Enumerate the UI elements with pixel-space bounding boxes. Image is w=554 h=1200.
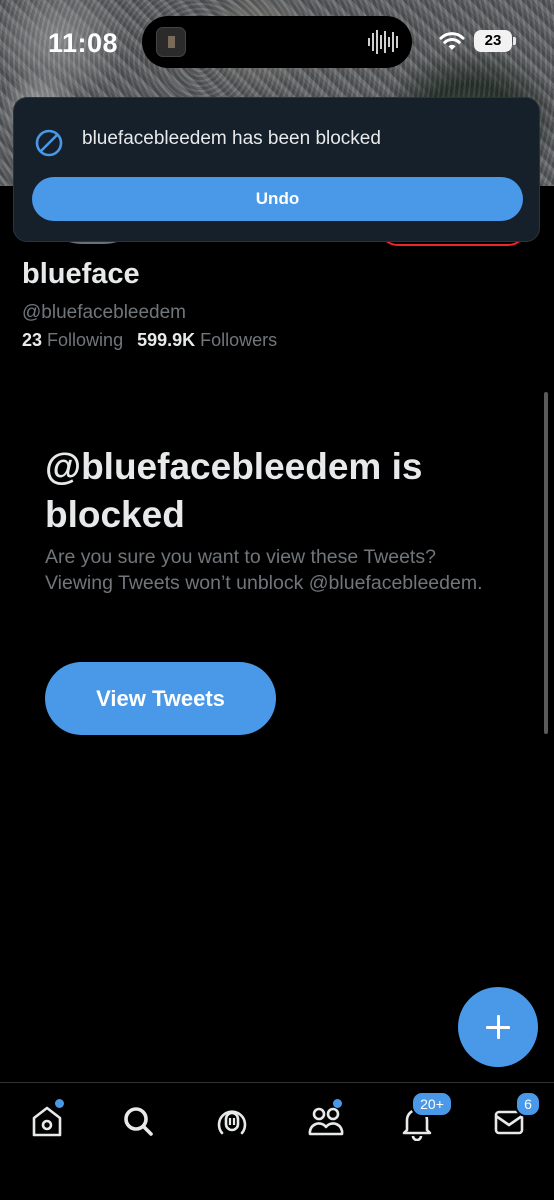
battery-indicator: 23 xyxy=(474,30,516,52)
followers-label: Followers xyxy=(200,330,278,350)
status-time: 11:08 xyxy=(48,28,119,58)
audio-waveform-icon xyxy=(368,29,398,55)
wifi-icon xyxy=(439,32,465,50)
following-link[interactable]: 23 Following xyxy=(22,330,123,350)
following-count: 23 xyxy=(22,330,43,350)
undo-button[interactable]: Undo xyxy=(32,177,523,221)
profile-stats: 23 Following 599.9K Followers xyxy=(22,330,277,351)
dynamic-island[interactable] xyxy=(142,16,412,68)
search-icon xyxy=(124,1107,153,1136)
communities-notification-dot xyxy=(333,1099,342,1108)
view-tweets-button[interactable]: View Tweets xyxy=(45,662,276,735)
nav-home[interactable] xyxy=(27,1099,67,1141)
bottom-nav: 20+ 6 xyxy=(0,1082,554,1200)
blocked-title: @bluefacebleedem is blocked xyxy=(45,446,423,535)
nav-notifications[interactable]: 20+ xyxy=(397,1091,453,1142)
spaces-icon xyxy=(217,1110,247,1135)
followers-link[interactable]: 599.9K Followers xyxy=(137,330,277,350)
nav-search[interactable] xyxy=(118,1101,158,1141)
nav-communities[interactable] xyxy=(306,1099,346,1141)
messages-badge: 6 xyxy=(515,1091,541,1117)
block-icon xyxy=(35,129,63,157)
followers-count: 599.9K xyxy=(137,330,196,350)
profile-handle: @bluefacebleedem xyxy=(22,302,187,323)
profile-name: blueface xyxy=(22,258,140,290)
toast-message: bluefacebleedem has been blocked xyxy=(82,128,381,149)
scrollbar[interactable] xyxy=(544,392,548,734)
blocked-description: Are you sure you want to view these Twee… xyxy=(45,546,483,594)
nav-spaces[interactable] xyxy=(212,1101,252,1141)
following-label: Following xyxy=(47,330,124,350)
notifications-badge: 20+ xyxy=(411,1091,453,1117)
now-playing-artwork xyxy=(156,27,186,57)
blocked-toast: bluefacebleedem has been blocked Undo xyxy=(13,97,540,242)
compose-tweet-button[interactable] xyxy=(458,987,538,1067)
home-notification-dot xyxy=(55,1099,64,1108)
nav-messages[interactable]: 6 xyxy=(490,1091,541,1141)
